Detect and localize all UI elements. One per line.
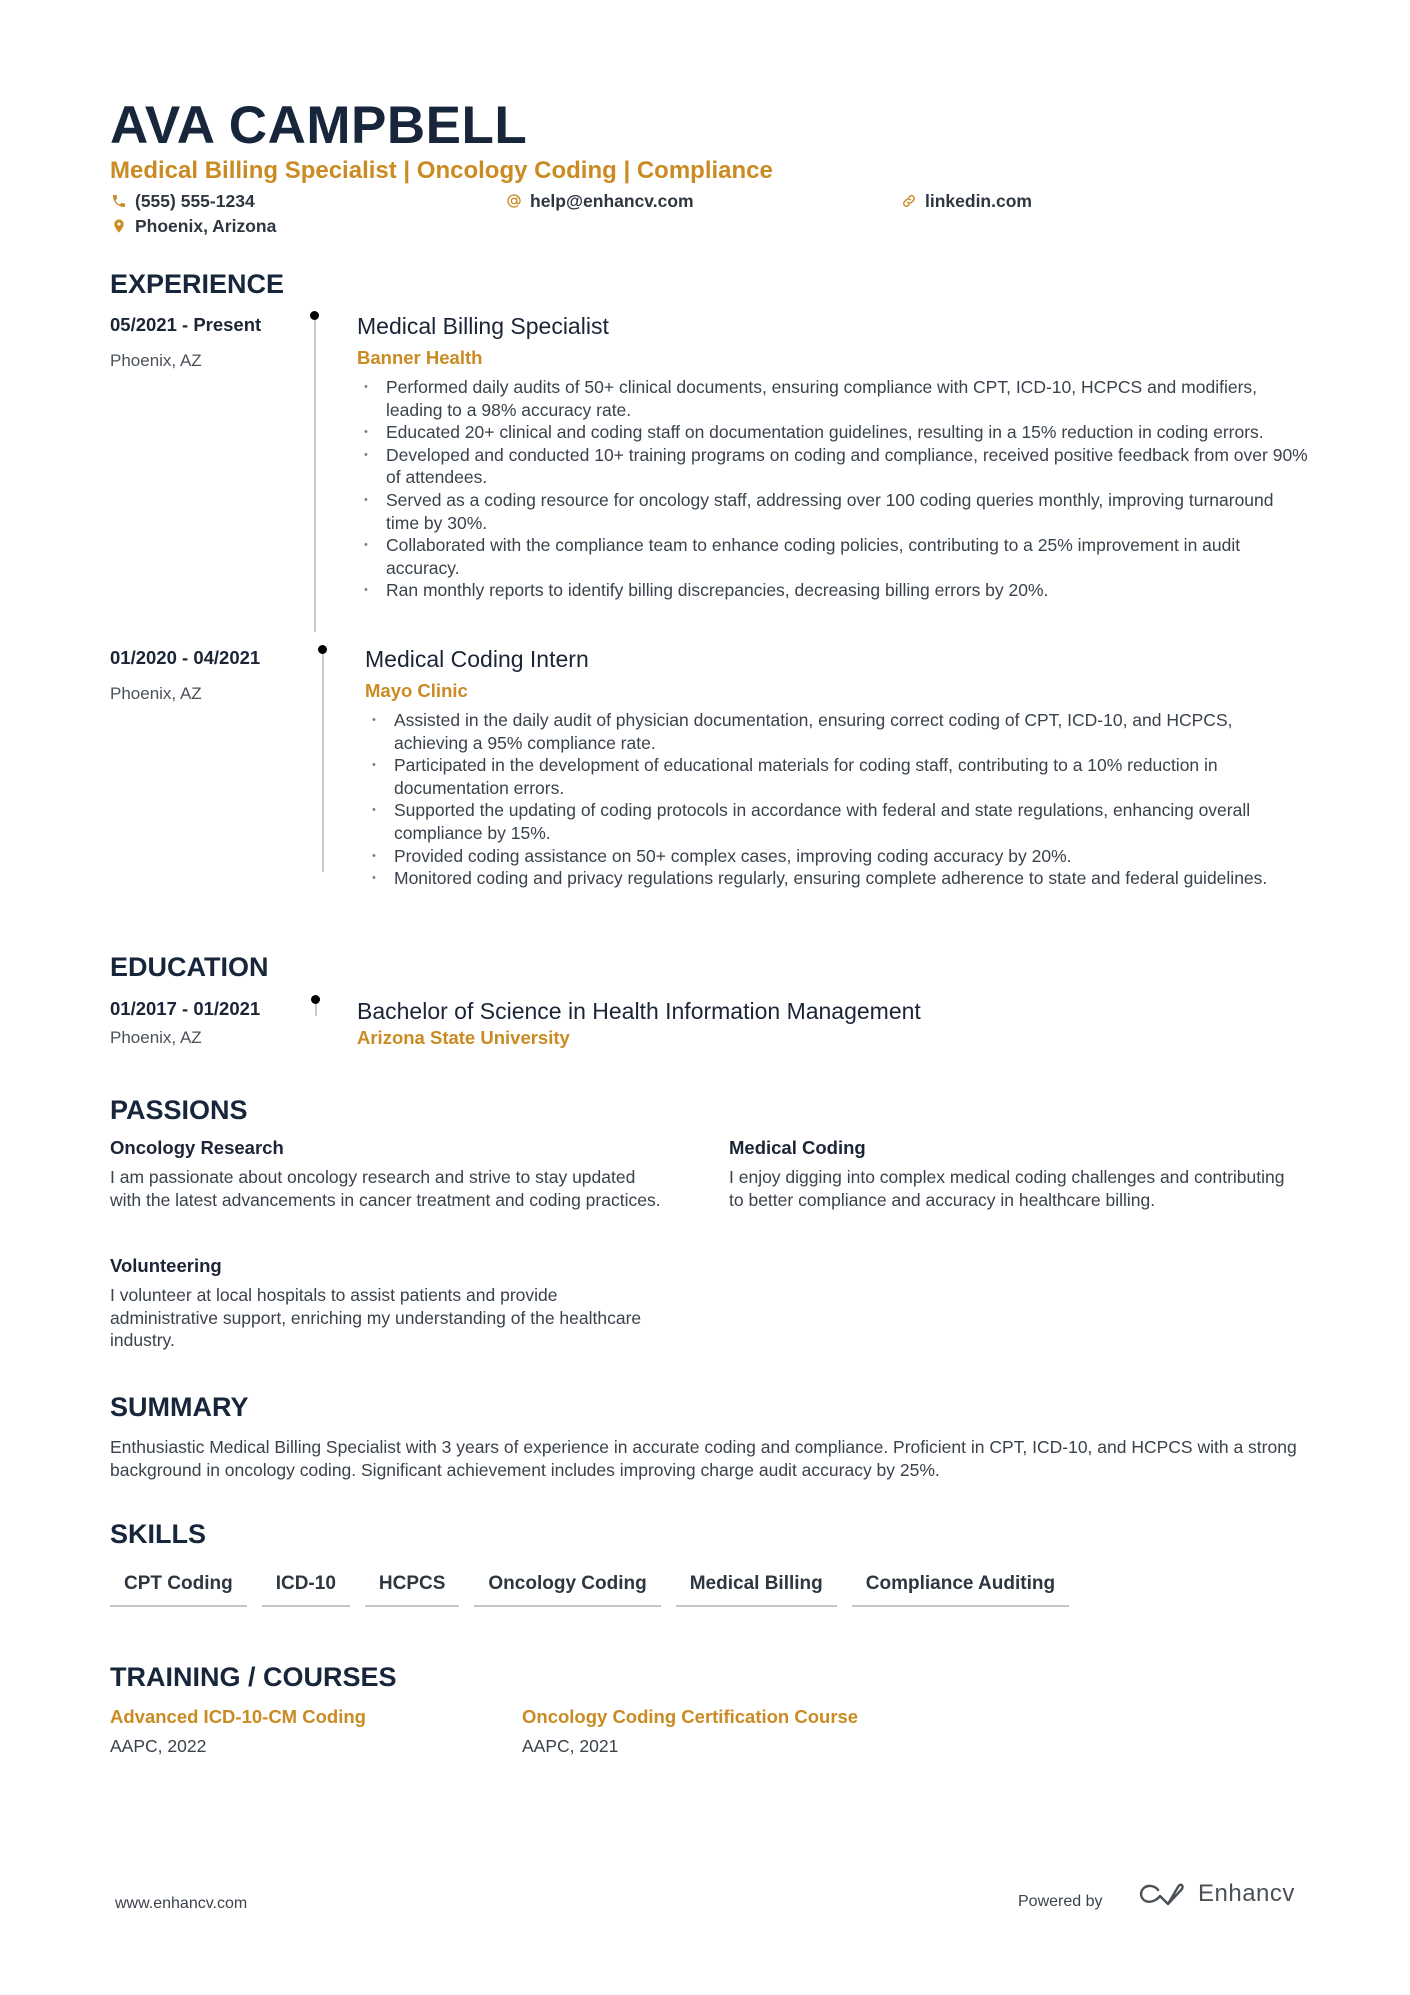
bullet: Monitored coding and privacy regulations… xyxy=(366,867,1311,890)
experience-location: Phoenix, AZ xyxy=(110,684,202,703)
summary-text: Enthusiastic Medical Billing Specialist … xyxy=(110,1437,1297,1480)
passion-title: Oncology Research xyxy=(110,1137,284,1158)
experience-bullets: Assisted in the daily audit of physician… xyxy=(366,709,1311,890)
timeline-dot xyxy=(310,311,319,320)
email-link[interactable]: help@enhancv.com xyxy=(530,190,694,212)
passions-title: PASSIONS xyxy=(110,1095,248,1125)
experience-company: Banner Health xyxy=(357,347,483,368)
passion-title: Volunteering xyxy=(110,1255,222,1276)
location-text: Phoenix, Arizona xyxy=(135,216,277,236)
contact-email[interactable]: help@enhancv.com xyxy=(506,190,694,212)
education-dates: 01/2017 - 01/2021 xyxy=(110,998,261,1019)
skill-tag: Medical Billing xyxy=(675,1568,837,1607)
powered-by-label: Powered by xyxy=(1018,1893,1103,1910)
map-pin-icon xyxy=(114,219,124,233)
experience-role: Medical Billing Specialist xyxy=(357,313,609,339)
timeline-dot xyxy=(318,645,327,654)
bullet: Provided coding assistance on 50+ comple… xyxy=(366,845,1311,868)
education-school: Arizona State University xyxy=(357,1027,570,1048)
course-title: Advanced ICD-10-CM Coding xyxy=(110,1706,366,1727)
education-degree: Bachelor of Science in Health Informatio… xyxy=(357,998,921,1024)
experience-location: Phoenix, AZ xyxy=(110,351,202,370)
passion-description: I enjoy digging into complex medical cod… xyxy=(729,1167,1285,1210)
passion-item: Volunteering I volunteer at local hospit… xyxy=(110,1254,650,1352)
training-title: TRAINING / COURSES xyxy=(110,1662,397,1692)
experience-bullets: Performed daily audits of 50+ clinical d… xyxy=(358,376,1308,602)
skill-tag: Compliance Auditing xyxy=(851,1568,1070,1607)
phone-icon xyxy=(113,195,125,207)
linkedin-link[interactable]: linkedin.com xyxy=(925,190,1032,212)
passion-title: Medical Coding xyxy=(729,1137,866,1158)
bullet: Performed daily audits of 50+ clinical d… xyxy=(358,376,1308,421)
link-icon xyxy=(903,195,915,207)
course-item: Oncology Coding Certification Course AAP… xyxy=(522,1705,858,1757)
passion-description: I volunteer at local hospitals to assist… xyxy=(110,1285,642,1351)
brand-name: Enhancv xyxy=(1198,1880,1295,1907)
experience-title: EXPERIENCE xyxy=(110,269,285,299)
bullet: Ran monthly reports to identify billing … xyxy=(358,579,1308,602)
experience-dates: 05/2021 - Present xyxy=(110,314,262,335)
bullet: Developed and conducted 10+ training pro… xyxy=(358,444,1308,489)
course-title: Oncology Coding Certification Course xyxy=(522,1706,859,1727)
summary-title: SUMMARY xyxy=(110,1392,249,1422)
skills-list: CPT Coding ICD-10 HCPCS Oncology Coding … xyxy=(110,1568,1070,1607)
contact-linkedin[interactable]: linkedin.com xyxy=(901,190,1032,212)
education-location: Phoenix, AZ xyxy=(110,1028,202,1047)
skills-title: SKILLS xyxy=(110,1519,207,1549)
bullet: Collaborated with the compliance team to… xyxy=(358,534,1308,579)
passion-item: Medical Coding I enjoy digging into comp… xyxy=(729,1136,1289,1211)
experience-dates: 01/2020 - 04/2021 xyxy=(110,647,261,668)
candidate-name: AVA CAMPBELL xyxy=(110,96,528,155)
experience-role: Medical Coding Intern xyxy=(365,646,589,672)
skill-tag: HCPCS xyxy=(364,1568,460,1607)
skill-tag: Oncology Coding xyxy=(474,1568,661,1607)
phone-text: (555) 555-1234 xyxy=(135,191,255,211)
enhancv-logo[interactable]: Enhancv xyxy=(1138,1880,1295,1908)
enhancv-logo-icon xyxy=(1139,1883,1184,1906)
course-item: Advanced ICD-10-CM Coding AAPC, 2022 xyxy=(110,1705,366,1757)
timeline-dot xyxy=(311,995,320,1004)
experience-company: Mayo Clinic xyxy=(365,680,468,701)
passion-item: Oncology Research I am passionate about … xyxy=(110,1136,670,1211)
passion-description: I am passionate about oncology research … xyxy=(110,1167,661,1210)
contact-location: Phoenix, Arizona xyxy=(111,215,276,237)
education-title: EDUCATION xyxy=(110,952,269,982)
course-subtitle: AAPC, 2021 xyxy=(522,1736,619,1756)
course-subtitle: AAPC, 2022 xyxy=(110,1736,207,1756)
bullet: Served as a coding resource for oncology… xyxy=(358,489,1308,534)
bullet: Educated 20+ clinical and coding staff o… xyxy=(358,421,1308,444)
at-icon xyxy=(507,194,521,208)
footer-url[interactable]: www.enhancv.com xyxy=(115,1895,247,1913)
bullet: Supported the updating of coding protoco… xyxy=(366,799,1311,844)
skill-tag: ICD-10 xyxy=(261,1568,350,1607)
timeline-line xyxy=(322,650,324,872)
contact-phone: (555) 555-1234 xyxy=(111,190,255,212)
headline: Medical Billing Specialist | Oncology Co… xyxy=(110,157,773,184)
bullet: Participated in the development of educa… xyxy=(366,754,1311,799)
timeline-line xyxy=(314,316,316,632)
bullet: Assisted in the daily audit of physician… xyxy=(366,709,1311,754)
skill-tag: CPT Coding xyxy=(110,1568,247,1607)
